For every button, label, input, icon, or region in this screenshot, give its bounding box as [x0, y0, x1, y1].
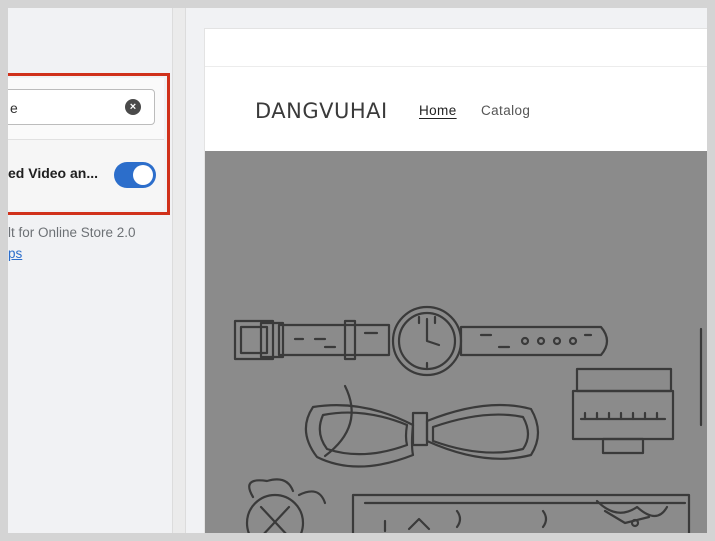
info-text: lt for Online Store 2.0	[8, 225, 136, 240]
close-circle-icon[interactable]: ×	[125, 99, 141, 115]
nav-link-home[interactable]: Home	[419, 103, 457, 118]
app-embed-toggle[interactable]	[114, 162, 156, 188]
app-embed-toggle-row: ed Video an...	[8, 140, 164, 210]
info-link[interactable]: ps	[8, 246, 22, 261]
app-embed-label: ed Video an...	[8, 165, 98, 181]
search-input-value: e	[10, 100, 18, 116]
toggle-knob	[133, 165, 153, 185]
hero-illustration	[233, 305, 703, 533]
bowtie-illustration	[304, 384, 540, 468]
nav-link-catalog[interactable]: Catalog	[481, 103, 530, 118]
store-header: DANGVUHAI Home Catalog	[205, 67, 707, 151]
app-frame: e × ed Video an... lt for Online Store 2…	[8, 8, 707, 533]
store-logo[interactable]: DANGVUHAI	[255, 99, 388, 123]
announcement-bar	[205, 29, 707, 67]
panel-divider	[172, 8, 186, 533]
hero-banner	[205, 151, 707, 533]
store-preview: DANGVUHAI Home Catalog	[204, 28, 707, 533]
items-illustration	[245, 478, 691, 533]
watch-illustration	[233, 305, 609, 377]
app-embed-search-row: e ×	[8, 78, 164, 140]
lens-illustration	[571, 327, 703, 455]
theme-editor-sidebar: e × ed Video an... lt for Online Store 2…	[8, 8, 172, 533]
